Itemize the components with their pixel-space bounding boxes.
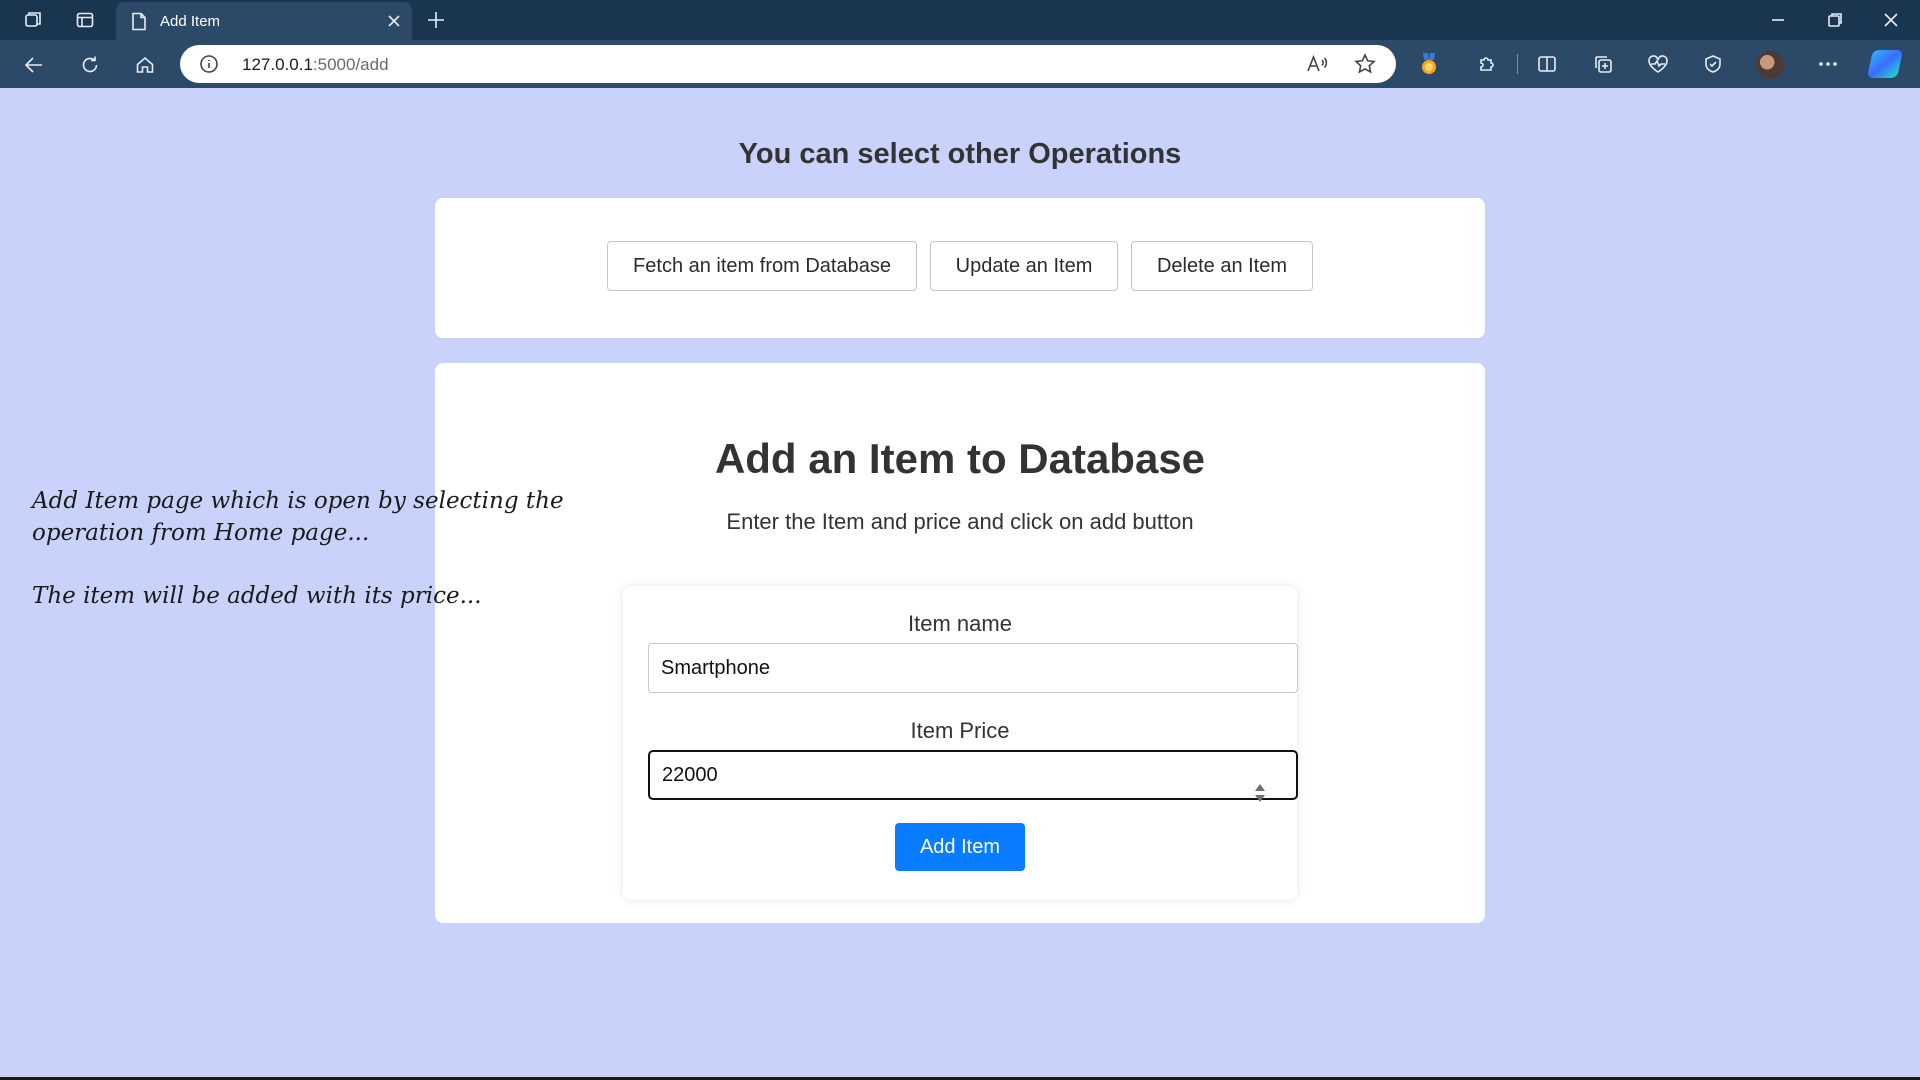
back-icon[interactable] [20,52,48,78]
toolbar-divider [1517,54,1518,74]
workspaces-icon[interactable] [18,8,48,32]
annotation-note: Add Item page which is open by selecting… [32,485,564,549]
copilot-icon[interactable] [1867,50,1903,78]
refresh-icon[interactable] [76,52,104,78]
minimize-icon[interactable] [1763,8,1793,32]
close-window-icon[interactable] [1876,8,1906,32]
tab-actions-icon[interactable] [70,8,100,32]
url-path: :5000/add [312,55,389,74]
more-menu-icon[interactable] [1814,51,1842,77]
address-bar[interactable]: 127.0.0.1:5000/add [180,45,1396,83]
read-aloud-icon[interactable] [1304,53,1330,75]
site-info-icon[interactable] [198,53,220,75]
operations-heading: You can select other Operations [738,138,1182,170]
page-title: Add an Item to Database [714,435,1206,482]
browser-essentials-icon[interactable] [1700,51,1726,77]
annotation-line: Add Item page which is open by selecting… [32,488,564,514]
add-item-form: Item name Item Price Add Item [623,586,1298,900]
operations-card: Fetch an item from Database Update an It… [435,198,1485,338]
fetch-item-button[interactable]: Fetch an item from Database [607,241,917,291]
split-screen-icon[interactable] [1534,51,1560,77]
tab-add-item[interactable]: Add Item [116,2,412,40]
page-icon [128,10,150,32]
new-tab-icon[interactable] [424,8,448,32]
update-item-button[interactable]: Update an Item [930,241,1118,291]
number-spinner-icon[interactable] [1253,781,1267,805]
annotation-line: operation from Home page... [32,520,370,546]
annotation-line: The item will be added with its price... [32,583,482,609]
home-icon[interactable] [131,52,159,78]
item-name-input[interactable] [648,643,1298,693]
restore-icon[interactable] [1820,8,1850,32]
add-item-button[interactable]: Add Item [895,823,1025,871]
item-price-label: Item Price [910,718,1010,743]
favorite-star-icon[interactable] [1352,53,1378,75]
add-item-card: Add an Item to Database Enter the Item a… [435,363,1485,923]
url-text[interactable]: 127.0.0.1:5000/add [242,55,389,75]
item-name-label: Item name [908,611,1012,636]
page-subtitle: Enter the Item and price and click on ad… [726,509,1194,534]
close-tab-icon[interactable] [384,11,404,31]
tab-title: Add Item [160,13,221,30]
collections-icon[interactable] [1590,51,1616,77]
annotation-note-price: The item will be added with its price... [32,580,482,612]
item-price-input[interactable] [648,750,1298,800]
rewards-medal-icon[interactable] [1416,50,1442,78]
url-host: 127.0.0.1 [242,55,313,74]
profile-avatar[interactable] [1756,51,1784,79]
delete-item-button[interactable]: Delete an Item [1131,241,1313,291]
browser-tab-strip: Add Item [0,0,1920,40]
performance-icon[interactable] [1645,51,1671,77]
extensions-icon[interactable] [1474,51,1500,77]
